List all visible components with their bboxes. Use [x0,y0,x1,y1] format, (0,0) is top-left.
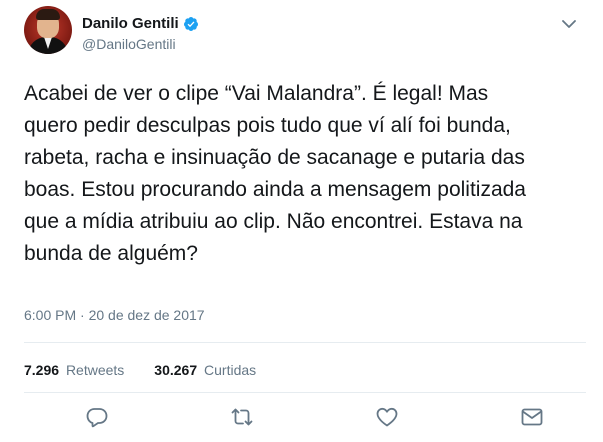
retweets-stat[interactable]: 7.296 Retweets [24,362,124,378]
tweet-stats: 7.296 Retweets 30.267 Curtidas [24,362,286,378]
verified-badge-icon [183,16,199,32]
tweet-timestamp[interactable]: 6:00 PM · 20 de dez de 2017 [24,307,205,323]
tweet-header: Danilo Gentili @DaniloGentili [24,6,584,58]
divider [24,342,586,343]
author-handle[interactable]: @DaniloGentili [82,36,176,52]
author-display-name[interactable]: Danilo Gentili [82,15,179,32]
likes-count: 30.267 [154,362,198,378]
direct-message-button[interactable] [519,404,545,430]
avatar[interactable] [24,6,72,54]
tweet-text: Acabei de ver o clipe “Vai Malandra”. É … [24,82,526,265]
divider [24,392,586,393]
likes-label: Curtidas [204,362,257,378]
avatar-hair [36,9,60,20]
chevron-down-icon[interactable] [562,16,576,28]
retweet-icon [231,408,253,426]
envelope-icon [521,408,543,426]
tweet-actions [84,404,554,434]
retweets-count: 7.296 [24,362,60,378]
author-name-row[interactable]: Danilo Gentili [82,15,199,32]
reply-icon [86,408,108,428]
reply-button[interactable] [84,404,110,430]
likes-stat[interactable]: 30.267 Curtidas [154,362,256,378]
heart-icon [376,407,398,427]
retweets-label: Retweets [65,362,125,378]
like-button[interactable] [374,404,400,430]
retweet-button[interactable] [229,404,255,430]
